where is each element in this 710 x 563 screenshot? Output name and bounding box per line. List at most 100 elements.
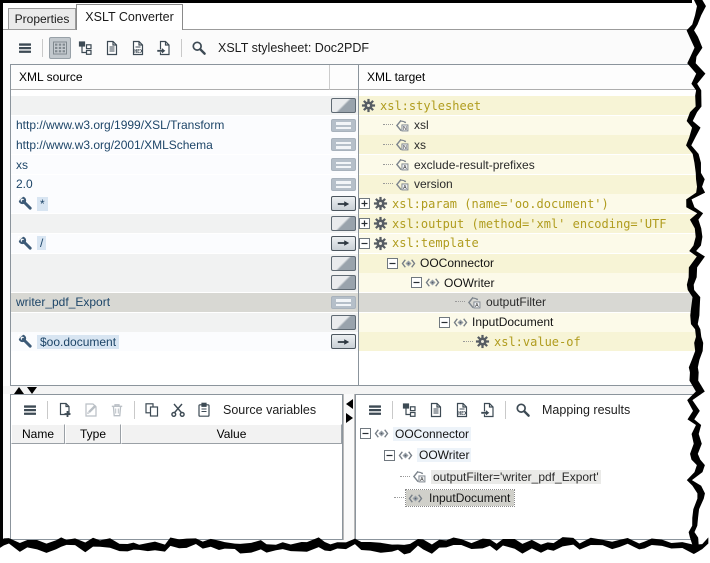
tree-node[interactable]: Nxs	[359, 135, 710, 154]
doc-icon[interactable]	[101, 37, 123, 59]
tab-xslt-converter[interactable]: XSLT Converter	[76, 4, 183, 30]
tree-node[interactable]: OOWriter	[358, 445, 708, 466]
doc-hex-icon[interactable]: HEX	[127, 37, 149, 59]
diagonal-button[interactable]	[331, 315, 356, 330]
expander-icon[interactable]	[359, 238, 370, 249]
tree-node-label[interactable]: InputDocument	[427, 491, 512, 505]
search-icon[interactable]	[512, 399, 534, 421]
map-arrow-button[interactable]	[331, 334, 356, 349]
copy-icon[interactable]	[141, 399, 163, 421]
tree-node[interactable]: xsl:stylesheet	[359, 96, 710, 115]
equals-button[interactable]	[331, 296, 356, 309]
equals-button[interactable]	[331, 138, 356, 151]
tree-node-label[interactable]: xsl:template	[392, 236, 479, 250]
expander-icon[interactable]	[387, 258, 398, 269]
tree-node-label[interactable]: outputFilter	[486, 295, 546, 309]
source-cell-text[interactable]: xs	[16, 158, 28, 172]
expander-icon[interactable]	[359, 218, 370, 229]
search-icon[interactable]	[188, 37, 210, 59]
tree-node[interactable]: AoutputFilter	[359, 293, 710, 312]
source-cell-text[interactable]: *	[37, 197, 48, 211]
tree-node[interactable]: Aversion	[359, 175, 710, 194]
tree-node-label[interactable]: InputDocument	[472, 315, 553, 329]
source-row[interactable]	[11, 254, 358, 273]
tree-node-label[interactable]: xsl:stylesheet	[380, 99, 481, 113]
equals-button[interactable]	[331, 119, 356, 132]
tree-node[interactable]: OOConnector	[358, 423, 708, 444]
source-row[interactable]: writer_pdf_Export	[11, 293, 358, 312]
source-cell-text[interactable]: http://www.w3.org/1999/XSL/Transform	[16, 118, 224, 132]
doc-arrow-icon[interactable]	[153, 37, 175, 59]
grid-icon[interactable]	[49, 37, 71, 59]
tab-properties[interactable]: Properties	[8, 8, 76, 29]
tree-icon[interactable]	[399, 399, 421, 421]
source-row[interactable]: $oo.document	[11, 332, 358, 351]
source-row[interactable]: http://www.w3.org/2001/XMLSchema	[11, 135, 358, 154]
source-row[interactable]: 2.0	[11, 175, 358, 194]
tree-node[interactable]: OOWriter	[359, 273, 710, 292]
tree-node[interactable]: xsl:param (name='oo.document')	[359, 194, 710, 213]
tree-node[interactable]: AoutputFilter='writer_pdf_Export'	[358, 466, 708, 487]
tree-node[interactable]: InputDocument	[359, 313, 710, 332]
diagonal-button[interactable]	[331, 98, 356, 113]
source-cell-text[interactable]: http://www.w3.org/2001/XMLSchema	[16, 138, 213, 152]
map-arrow-button[interactable]	[331, 236, 356, 251]
source-row[interactable]: http://www.w3.org/1999/XSL/Transform	[11, 116, 358, 135]
tree-node-label[interactable]: outputFilter='writer_pdf_Export'	[431, 470, 601, 484]
tree-node[interactable]: OOConnector	[359, 254, 710, 273]
source-row[interactable]: xs	[11, 155, 358, 174]
equals-button[interactable]	[331, 158, 356, 171]
source-cell-text[interactable]: $oo.document	[37, 335, 119, 349]
new-doc-icon[interactable]	[54, 399, 76, 421]
hamburger-icon[interactable]	[364, 399, 386, 421]
horizontal-splitter[interactable]	[3, 386, 708, 394]
source-row[interactable]: /	[11, 234, 358, 253]
tree-node-label[interactable]: OOWriter	[444, 276, 494, 290]
tree-node-label[interactable]: exclude-result-prefixes	[414, 158, 535, 172]
source-row[interactable]: *	[11, 194, 358, 213]
tree-node[interactable]: Aexclude-result-prefixes	[359, 155, 710, 174]
tree-node-label[interactable]: OOConnector	[420, 256, 494, 270]
tree-node-label[interactable]: OOWriter	[417, 448, 471, 462]
cut-icon[interactable]	[167, 399, 189, 421]
tree-node[interactable]: xsl:template	[359, 234, 710, 253]
variables-column-header[interactable]: Type	[65, 424, 121, 444]
expander-icon[interactable]	[360, 428, 371, 439]
variables-column-header[interactable]: Name	[11, 424, 65, 444]
source-row[interactable]	[11, 273, 358, 292]
tree-node-label[interactable]: OOConnector	[393, 427, 471, 441]
map-arrow-button[interactable]	[331, 196, 356, 211]
tree-node-label[interactable]: version	[414, 177, 453, 191]
tree-node-label[interactable]: xs	[414, 138, 426, 152]
splitter-collapse-down-icon[interactable]	[27, 387, 37, 394]
diagonal-button[interactable]	[331, 216, 356, 231]
splitter-collapse-right-icon[interactable]	[346, 413, 353, 423]
splitter-collapse-left-icon[interactable]	[346, 399, 353, 409]
tree-node-label[interactable]: xsl:output (method='xml' encoding='UTF	[392, 217, 667, 231]
expander-icon[interactable]	[384, 450, 395, 461]
hamburger-icon[interactable]	[14, 37, 36, 59]
tree-node[interactable]: xsl:output (method='xml' encoding='UTF	[359, 214, 710, 233]
doc-icon[interactable]	[425, 399, 447, 421]
variables-table-body[interactable]	[11, 444, 342, 539]
tree-icon[interactable]	[75, 37, 97, 59]
tree-node[interactable]: Nxsl	[359, 116, 710, 135]
expander-icon[interactable]	[411, 277, 422, 288]
source-row[interactable]	[11, 214, 358, 233]
tree-node-label[interactable]: xsl	[414, 118, 429, 132]
source-cell-text[interactable]: /	[37, 236, 46, 250]
source-cell-text[interactable]: writer_pdf_Export	[16, 295, 110, 309]
source-row[interactable]	[11, 96, 358, 115]
doc-arrow-icon[interactable]	[477, 399, 499, 421]
expander-icon[interactable]	[359, 198, 370, 209]
tree-node[interactable]: xsl:value-of	[359, 332, 710, 351]
hamburger-icon[interactable]	[19, 399, 41, 421]
vertical-splitter[interactable]	[343, 394, 355, 540]
diagonal-button[interactable]	[331, 275, 356, 290]
paste-icon[interactable]	[193, 399, 215, 421]
tree-node-label[interactable]: xsl:param (name='oo.document')	[392, 197, 609, 211]
variables-column-header[interactable]: Value	[121, 424, 342, 444]
tree-node-label[interactable]: xsl:value-of	[494, 335, 581, 349]
expander-icon[interactable]	[439, 317, 450, 328]
tree-node[interactable]: InputDocument	[358, 488, 708, 509]
